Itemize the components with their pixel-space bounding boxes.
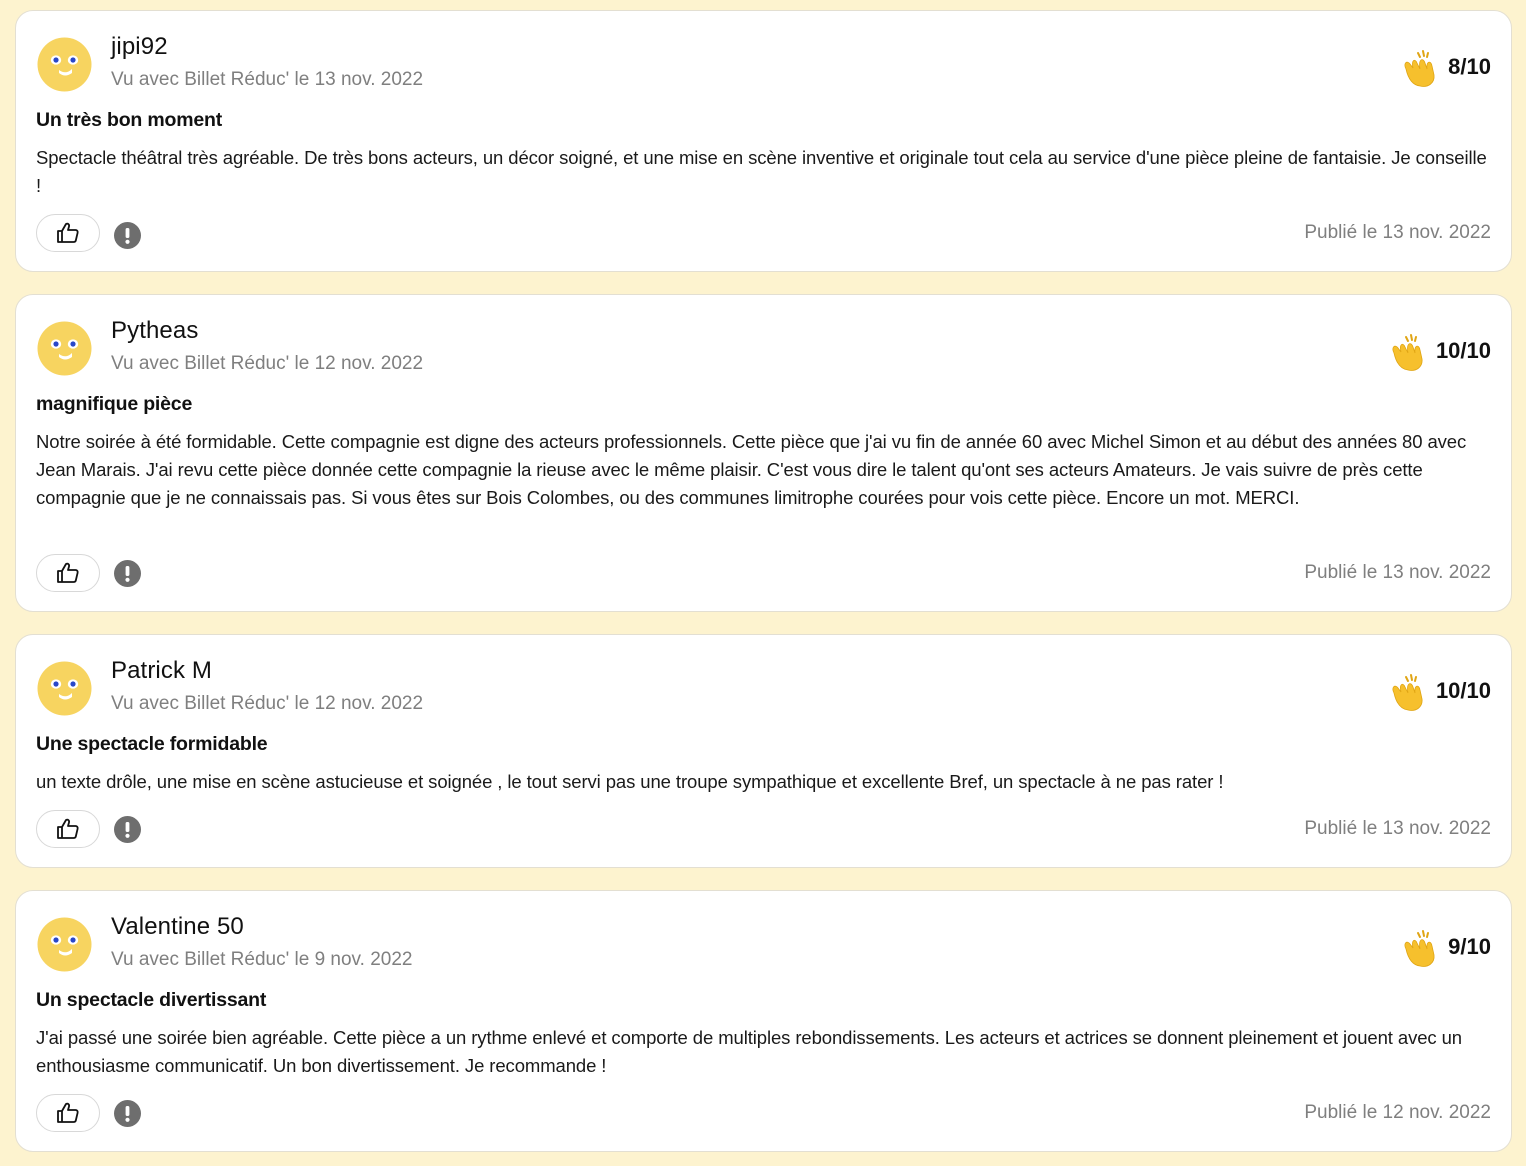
smiley-face-icon: [37, 37, 92, 92]
review-card: jipi92 Vu avec Billet Réduc' le 13 nov. …: [15, 10, 1512, 272]
review-seen-date: Vu avec Billet Réduc' le 13 nov. 2022: [111, 69, 424, 90]
review-rating: 9/10: [1398, 925, 1491, 969]
review-author: jipi92: [111, 33, 168, 60]
review-body: Spectacle théâtral très agréable. De trè…: [36, 147, 1487, 196]
avatar: [37, 37, 92, 92]
reviews-list: jipi92 Vu avec Billet Réduc' le 13 nov. …: [0, 0, 1526, 1166]
review-seen-date: Vu avec Billet Réduc' le 9 nov. 2022: [111, 949, 413, 970]
review-published-date: Publié le 13 nov. 2022: [1304, 562, 1491, 583]
review-body: un texte drôle, une mise en scène astuci…: [36, 771, 1224, 792]
review-published-date: Publié le 13 nov. 2022: [1304, 222, 1491, 243]
thumbs-up-icon: [57, 222, 79, 243]
review-title: Un spectacle divertissant: [36, 989, 267, 1011]
like-button[interactable]: [36, 1094, 100, 1132]
exclamation-icon: [125, 566, 130, 582]
like-button[interactable]: [36, 554, 100, 592]
smiley-face-icon: [37, 321, 92, 376]
clapping-hands-icon: [1392, 334, 1423, 371]
review-score: 8/10: [1448, 54, 1491, 79]
review-score: 10/10: [1435, 338, 1491, 363]
review-score: 10/10: [1435, 678, 1491, 703]
clapping-hands-icon: [1404, 50, 1435, 87]
avatar: [37, 321, 92, 376]
review-title: Une spectacle formidable: [36, 733, 268, 755]
clapping-hands-icon: [1404, 930, 1435, 967]
thumbs-up-icon: [57, 818, 79, 839]
report-button[interactable]: [114, 560, 141, 587]
review-seen-date: Vu avec Billet Réduc' le 12 nov. 2022: [111, 693, 424, 714]
review-rating: 10/10: [1386, 329, 1491, 373]
exclamation-icon: [125, 1106, 130, 1122]
report-button[interactable]: [114, 1100, 141, 1127]
like-button[interactable]: [36, 810, 100, 848]
smiley-face-icon: [37, 661, 92, 716]
smiley-face-icon: [37, 917, 92, 972]
report-button[interactable]: [114, 222, 141, 249]
thumbs-up-icon: [57, 1102, 79, 1123]
exclamation-icon: [125, 822, 130, 838]
review-seen-date: Vu avec Billet Réduc' le 12 nov. 2022: [111, 353, 424, 374]
like-button[interactable]: [36, 214, 100, 252]
review-title: Un très bon moment: [36, 109, 222, 131]
review-body: Notre soirée à été formidable. Cette com…: [36, 431, 1467, 508]
review-body: J'ai passé une soirée bien agréable. Cet…: [36, 1027, 1462, 1076]
review-author: Valentine 50: [111, 913, 244, 940]
clapping-hands-icon: [1392, 674, 1423, 711]
exclamation-icon: [125, 228, 130, 244]
review-author: Patrick M: [111, 657, 212, 684]
review-author: Pytheas: [111, 317, 199, 344]
report-button[interactable]: [114, 816, 141, 843]
review-rating: 10/10: [1386, 669, 1491, 713]
review-published-date: Publié le 13 nov. 2022: [1304, 818, 1491, 839]
review-score: 9/10: [1448, 934, 1491, 959]
review-card: Valentine 50 Vu avec Billet Réduc' le 9 …: [15, 890, 1512, 1152]
avatar: [37, 917, 92, 972]
review-card: Patrick M Vu avec Billet Réduc' le 12 no…: [15, 634, 1512, 868]
avatar: [37, 661, 92, 716]
review-card: Pytheas Vu avec Billet Réduc' le 12 nov.…: [15, 294, 1512, 612]
review-rating: 8/10: [1398, 45, 1491, 89]
review-title: magnifique pièce: [36, 393, 193, 415]
review-published-date: Publié le 12 nov. 2022: [1304, 1102, 1491, 1123]
thumbs-up-icon: [57, 562, 79, 583]
